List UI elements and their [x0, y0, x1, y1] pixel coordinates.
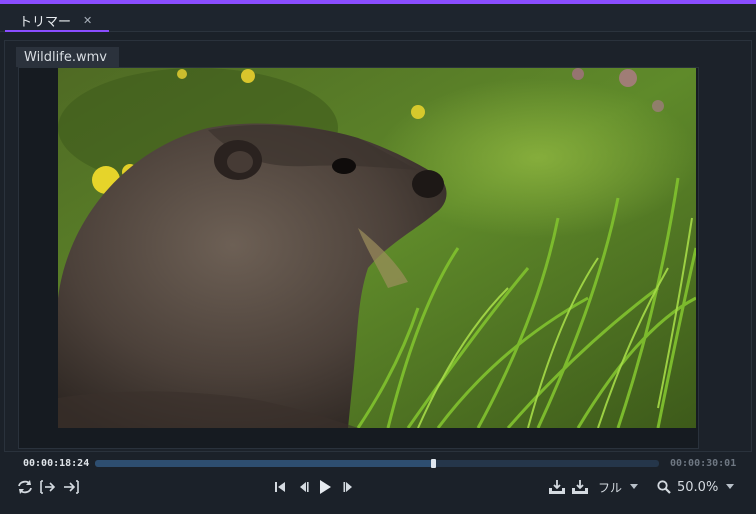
current-timecode: 00:00:18:24 — [23, 458, 90, 469]
prev-frame-icon[interactable] — [296, 478, 310, 496]
download-icon[interactable] — [571, 478, 589, 496]
mark-out-icon[interactable] — [62, 478, 80, 496]
playback-controls: フル 50.0% — [0, 476, 756, 498]
scrub-progress — [95, 460, 433, 467]
chevron-down-icon — [726, 484, 735, 489]
playhead-handle[interactable] — [431, 459, 436, 468]
chevron-down-icon — [630, 484, 639, 489]
skip-to-start-icon[interactable] — [273, 478, 287, 496]
tab-label: トリマー — [19, 14, 72, 30]
video-preview[interactable] — [58, 68, 696, 428]
quality-label: フル — [598, 480, 623, 495]
zoom-dropdown[interactable]: 50.0% — [677, 478, 739, 496]
mark-in-icon[interactable] — [39, 478, 57, 496]
tab-trimmer[interactable]: トリマー ✕ — [5, 8, 109, 32]
close-icon[interactable]: ✕ — [83, 15, 92, 26]
loop-icon[interactable] — [15, 478, 35, 496]
file-name-tab[interactable]: Wildlife.wmv — [16, 47, 119, 67]
total-timecode: 00:00:30:01 — [670, 458, 737, 469]
zoom-value: 50.0% — [677, 479, 719, 495]
active-tab-indicator — [5, 30, 109, 32]
scrub-track[interactable] — [95, 460, 659, 467]
file-name-label: Wildlife.wmv — [24, 49, 107, 65]
video-frame-icon — [58, 68, 696, 428]
export-frame-icon[interactable] — [548, 478, 566, 496]
timeline-bar: 00:00:18:24 00:00:30:01 — [0, 456, 756, 472]
quality-dropdown[interactable]: フル — [598, 478, 646, 496]
search-icon[interactable] — [655, 478, 673, 496]
play-icon[interactable] — [317, 478, 333, 496]
panel-tab-bar: トリマー ✕ — [0, 4, 756, 32]
next-frame-icon[interactable] — [342, 478, 356, 496]
